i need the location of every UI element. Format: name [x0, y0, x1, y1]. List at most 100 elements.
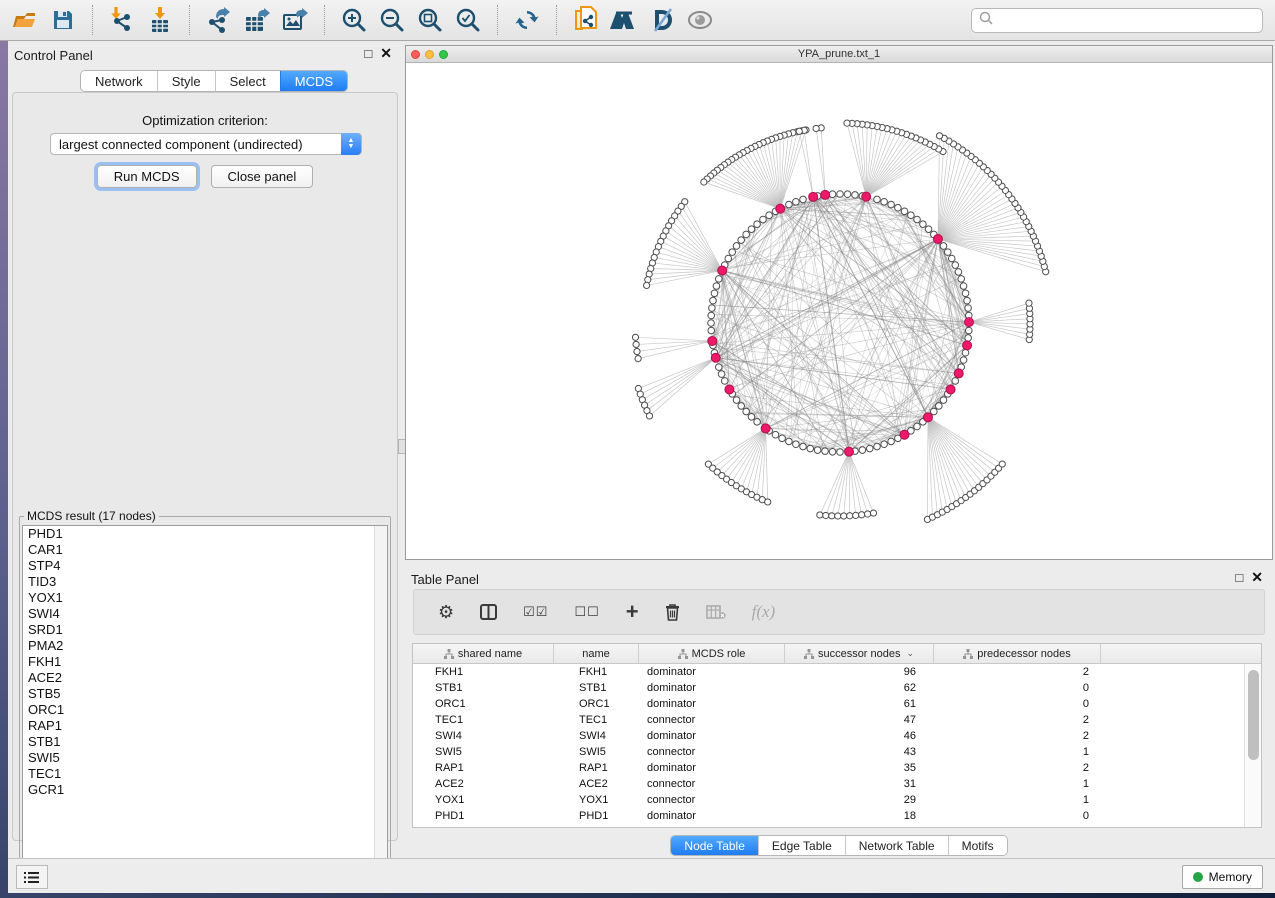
- import-table-button[interactable]: [141, 3, 179, 37]
- import-network-button[interactable]: [103, 3, 141, 37]
- network-graph[interactable]: [406, 63, 1272, 559]
- network-node[interactable]: [710, 297, 717, 304]
- network-node[interactable]: [793, 441, 800, 448]
- network-node[interactable]: [829, 191, 836, 198]
- network-node[interactable]: [765, 499, 771, 505]
- network-node[interactable]: [952, 378, 959, 385]
- table-settings-gear-icon[interactable]: ⚙: [438, 602, 454, 623]
- table-row[interactable]: YOX1YOX1connector291: [413, 792, 1244, 808]
- tab-motifs[interactable]: Motifs: [948, 836, 1007, 855]
- mcds-result-item[interactable]: SWI4: [23, 606, 387, 622]
- column-header-MCDS-role[interactable]: MCDS role: [639, 644, 785, 663]
- network-node[interactable]: [800, 443, 807, 450]
- network-node[interactable]: [952, 262, 959, 269]
- mcds-hub-node[interactable]: [809, 192, 818, 201]
- tab-select[interactable]: Select: [215, 71, 280, 91]
- network-node[interactable]: [711, 290, 718, 297]
- save-session-button[interactable]: [44, 3, 82, 37]
- network-node[interactable]: [708, 312, 715, 319]
- mcds-result-item[interactable]: ORC1: [23, 702, 387, 718]
- mcds-result-list[interactable]: PHD1CAR1STP4TID3YOX1SWI4SRD1PMA2FKH1ACE2…: [22, 525, 388, 880]
- network-node[interactable]: [786, 201, 793, 208]
- network-node[interactable]: [837, 191, 844, 198]
- mcds-hub-node[interactable]: [708, 336, 717, 345]
- zoom-in-button[interactable]: [335, 3, 373, 37]
- mcds-hub-node[interactable]: [761, 424, 770, 433]
- network-node[interactable]: [940, 243, 947, 250]
- network-node[interactable]: [708, 327, 715, 334]
- network-node[interactable]: [870, 510, 876, 516]
- network-node[interactable]: [829, 513, 835, 519]
- mcds-hub-node[interactable]: [963, 341, 972, 350]
- network-node[interactable]: [632, 334, 638, 340]
- network-node[interactable]: [965, 305, 972, 312]
- network-node[interactable]: [837, 449, 844, 456]
- tab-network-table[interactable]: Network Table: [845, 836, 948, 855]
- network-node[interactable]: [940, 397, 947, 404]
- network-node[interactable]: [823, 512, 829, 518]
- network-node[interactable]: [955, 269, 962, 276]
- network-node[interactable]: [859, 512, 865, 518]
- network-node[interactable]: [901, 208, 908, 215]
- refresh-button[interactable]: [508, 3, 546, 37]
- network-node[interactable]: [964, 297, 971, 304]
- network-node[interactable]: [962, 290, 969, 297]
- float-panel-icon[interactable]: □: [364, 47, 372, 60]
- network-node[interactable]: [835, 513, 841, 519]
- mcds-result-item[interactable]: SWI5: [23, 750, 387, 766]
- network-node[interactable]: [936, 403, 943, 410]
- table-row[interactable]: PHD1PHD1dominator180: [413, 808, 1244, 824]
- network-node[interactable]: [772, 431, 779, 438]
- network-node[interactable]: [713, 283, 720, 290]
- network-node[interactable]: [895, 204, 902, 211]
- deselect-all-icon[interactable]: ☐☐: [574, 604, 599, 620]
- network-node[interactable]: [1026, 300, 1032, 306]
- network-node[interactable]: [743, 408, 750, 415]
- network-node[interactable]: [738, 237, 745, 244]
- network-node[interactable]: [844, 120, 850, 126]
- mcds-hub-node[interactable]: [725, 385, 734, 394]
- column-header-predecessor-nodes[interactable]: predecessor nodes: [934, 644, 1101, 663]
- mcds-result-item[interactable]: STB5: [23, 686, 387, 702]
- network-node[interactable]: [888, 201, 895, 208]
- network-node[interactable]: [779, 435, 786, 442]
- network-node[interactable]: [948, 255, 955, 262]
- network-node[interactable]: [814, 447, 821, 454]
- tab-node-table[interactable]: Node Table: [671, 836, 758, 855]
- mcds-result-item[interactable]: PHD1: [23, 526, 387, 542]
- network-node[interactable]: [645, 277, 651, 283]
- network-node[interactable]: [965, 335, 972, 342]
- close-panel-button[interactable]: Close panel: [211, 165, 314, 188]
- column-header-shared-name[interactable]: shared name: [413, 644, 554, 663]
- hide-graphics-details-button[interactable]: [643, 3, 681, 37]
- table-row[interactable]: SWI5SWI5connector431: [413, 744, 1244, 760]
- export-image-button[interactable]: [276, 3, 314, 37]
- close-panel-icon[interactable]: ✕: [380, 46, 392, 60]
- mcds-hub-node[interactable]: [946, 385, 955, 394]
- mcds-result-item[interactable]: PMA2: [23, 638, 387, 654]
- network-node[interactable]: [874, 443, 881, 450]
- network-node[interactable]: [754, 419, 761, 426]
- mcds-hub-node[interactable]: [954, 369, 963, 378]
- network-node[interactable]: [766, 212, 773, 219]
- mcds-result-item[interactable]: YOX1: [23, 590, 387, 606]
- network-node[interactable]: [925, 226, 932, 233]
- mcds-hub-node[interactable]: [923, 413, 932, 422]
- network-node[interactable]: [847, 513, 853, 519]
- mcds-list-scrollbar[interactable]: [374, 526, 387, 879]
- table-scrollbar-thumb[interactable]: [1248, 670, 1259, 760]
- network-node[interactable]: [817, 512, 823, 518]
- network-node[interactable]: [633, 341, 639, 347]
- open-file-button[interactable]: [6, 3, 44, 37]
- add-column-icon[interactable]: +: [626, 599, 639, 625]
- network-node[interactable]: [800, 196, 807, 203]
- network-node[interactable]: [962, 349, 969, 356]
- search-binoculars-button[interactable]: [605, 3, 643, 37]
- zoom-fit-button[interactable]: [411, 3, 449, 37]
- network-node[interactable]: [874, 196, 881, 203]
- network-node[interactable]: [635, 355, 641, 361]
- network-node[interactable]: [721, 378, 728, 385]
- table-row[interactable]: ACE2ACE2connector311: [413, 776, 1244, 792]
- mcds-result-item[interactable]: GCR1: [23, 782, 387, 798]
- network-node[interactable]: [644, 282, 650, 288]
